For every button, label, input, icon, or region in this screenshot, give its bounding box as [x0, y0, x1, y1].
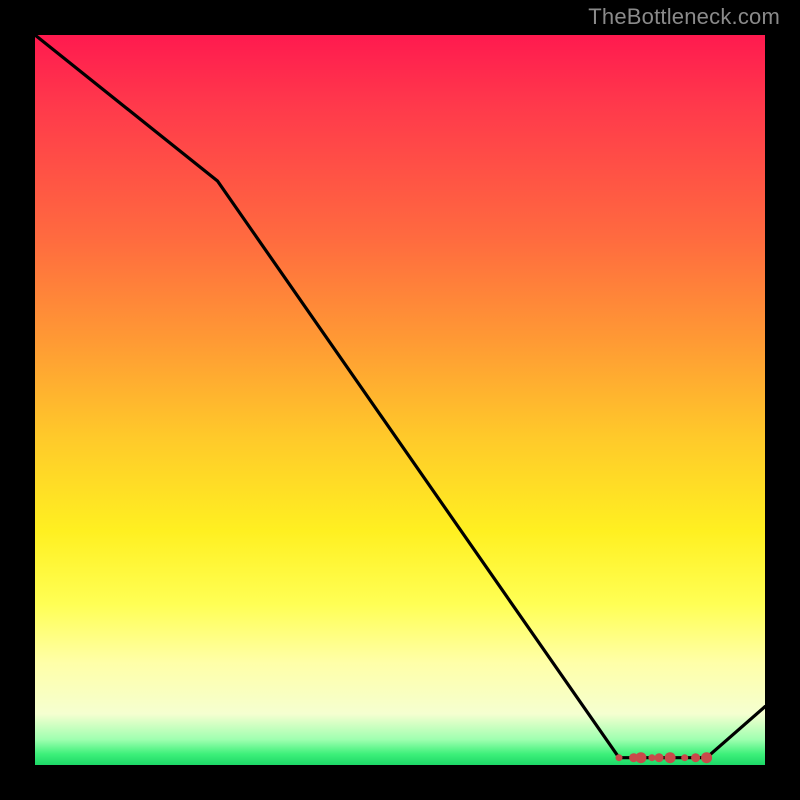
optimal-marker — [681, 754, 688, 761]
chart-container: TheBottleneck.com — [0, 0, 800, 800]
optimal-marker — [648, 754, 655, 761]
optimal-marker — [616, 754, 623, 761]
optimal-marker — [635, 752, 646, 763]
optimal-marker — [665, 752, 676, 763]
optimal-marker — [701, 752, 712, 763]
bottleneck-curve-line — [35, 35, 765, 758]
optimal-marker — [691, 753, 700, 762]
watermark-text: TheBottleneck.com — [588, 4, 780, 30]
optimal-marker — [655, 753, 664, 762]
chart-overlay — [35, 35, 765, 765]
